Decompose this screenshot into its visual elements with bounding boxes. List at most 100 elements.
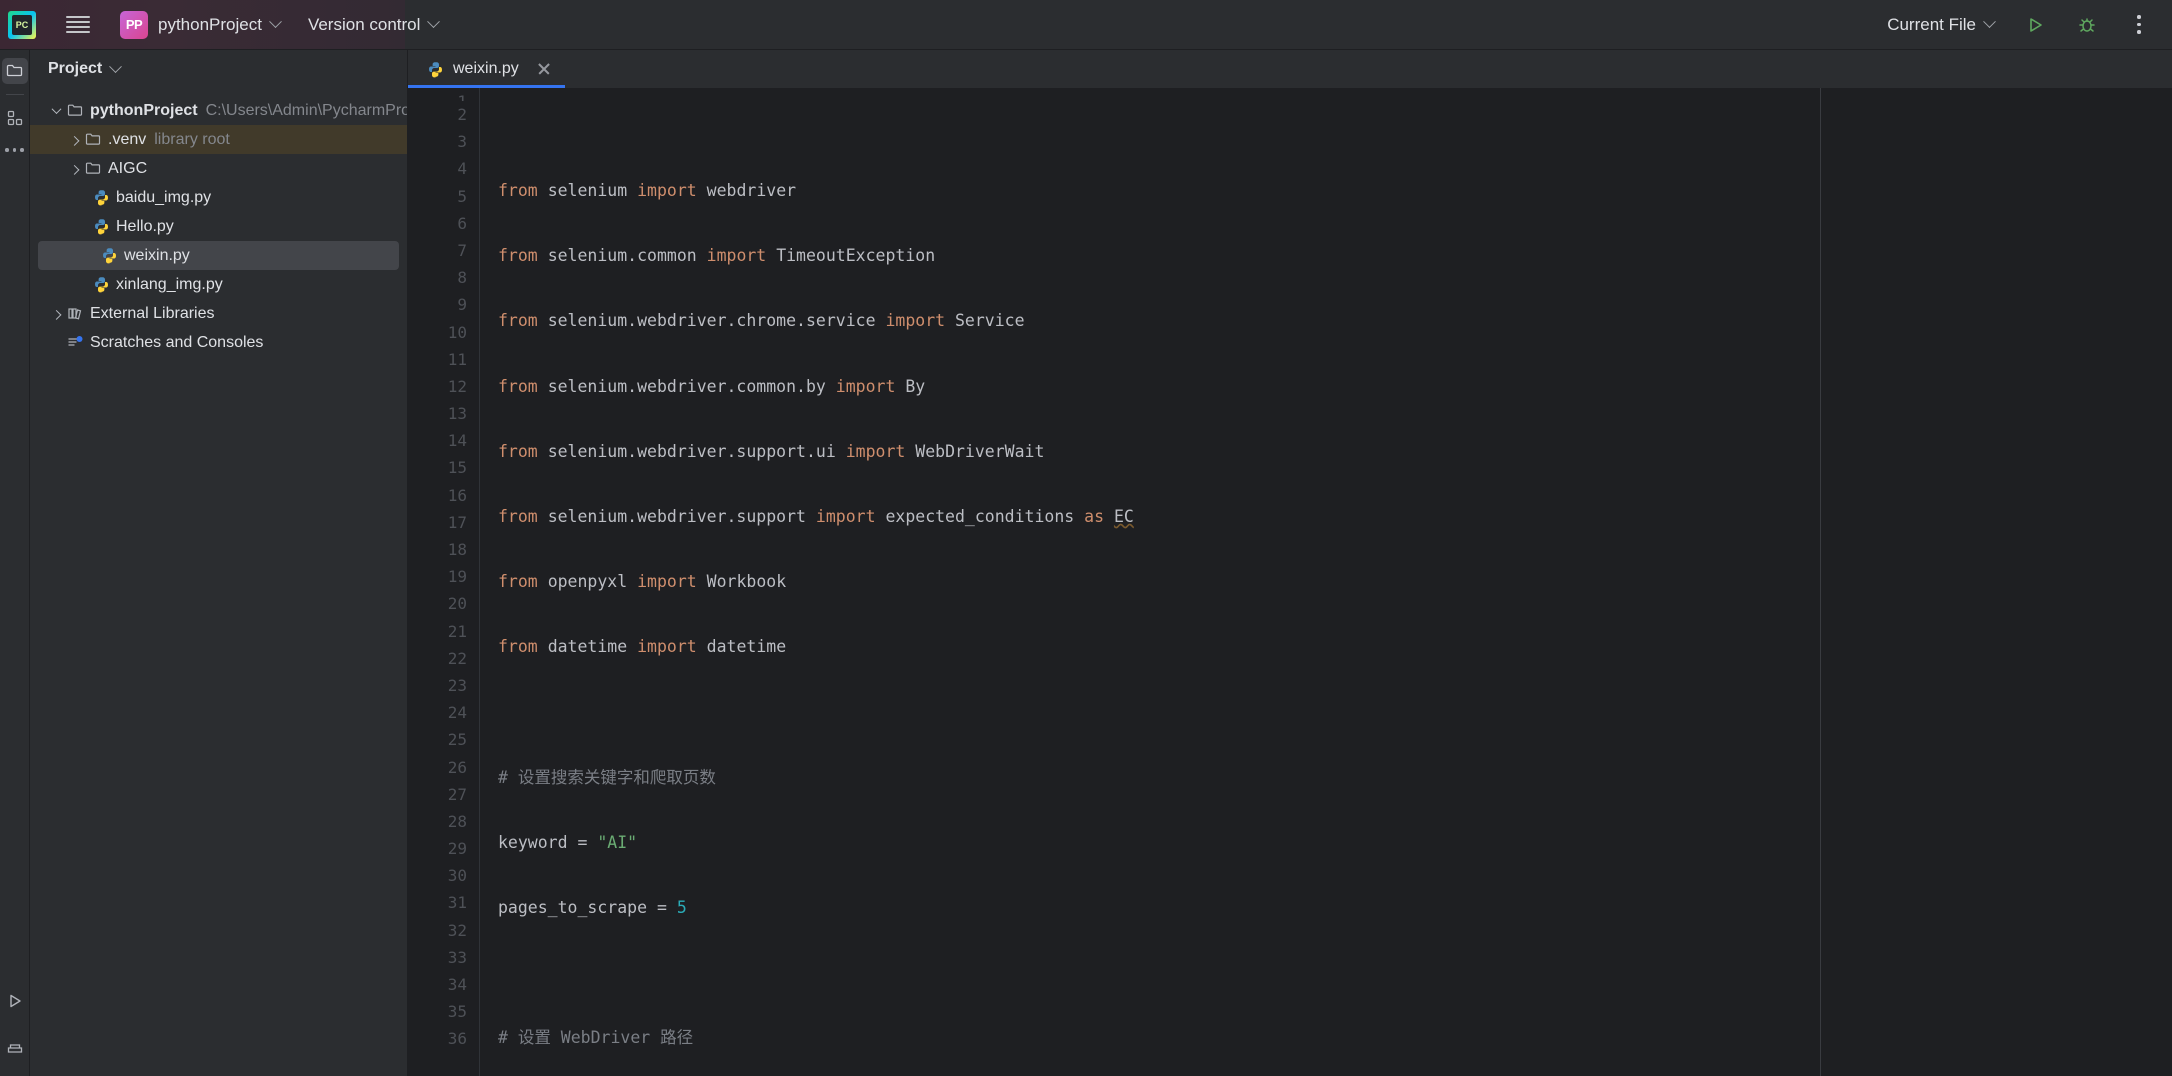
code-line-13: pages_to_scrape = 5 [498, 898, 687, 918]
line-number: 31 [447, 893, 467, 913]
run-button[interactable] [2022, 12, 2048, 38]
chevron-right-icon[interactable] [48, 309, 64, 320]
more-vertical-icon [2137, 15, 2141, 34]
code-line-6: from selenium.webdriver.support.ui impor… [498, 441, 1045, 461]
line-number: 2 [457, 105, 467, 124]
project-tree: pythonProject C:\Users\Admin\PycharmPro … [30, 88, 407, 357]
library-icon [64, 305, 86, 322]
tree-item-label: baidu_img.py [116, 188, 212, 206]
line-number: 29 [447, 839, 467, 859]
line-number: 9 [457, 295, 467, 315]
code-line-7: from selenium.webdriver.support import e… [498, 506, 1134, 526]
line-number: 32 [447, 920, 467, 940]
editor-area: weixin.py 1 2 3 4 5 6 7 8 9 10 11 12 13 [408, 50, 2172, 1076]
run-configuration-selector[interactable]: Current File [1887, 15, 1996, 35]
debug-button[interactable] [2074, 12, 2100, 38]
line-number: 21 [447, 621, 467, 641]
chevron-right-icon[interactable] [66, 135, 82, 146]
line-number-gutter: 1 2 3 4 5 6 7 8 9 10 11 12 13 14 15 16 1… [408, 88, 480, 1076]
sidebar-item-project[interactable] [1, 58, 28, 84]
code-line-11: # 设置搜索关键字和爬取页数 [498, 767, 716, 787]
hamburger-menu-icon[interactable] [66, 15, 90, 34]
run-play-icon [9, 994, 21, 1008]
close-icon[interactable] [537, 62, 551, 76]
line-number: 12 [447, 376, 467, 396]
folder-icon [64, 102, 86, 119]
chevron-down-icon[interactable] [48, 104, 64, 115]
tree-item-pythonProject[interactable]: pythonProject C:\Users\Admin\PycharmPro [30, 96, 407, 125]
sidebar-item-structure[interactable] [2, 105, 28, 131]
run-configuration-label: Current File [1887, 14, 1976, 34]
tab-weixin-py[interactable]: weixin.py [408, 50, 565, 88]
line-number: 33 [447, 947, 467, 967]
project-panel: Project pythonProject C:\Users\Admin\Pyc… [30, 50, 408, 1076]
panel-title: Project [48, 60, 103, 77]
line-number: 35 [447, 1002, 467, 1022]
bottom-run-button[interactable] [2, 988, 28, 1014]
tree-item-hint: library root [154, 130, 230, 148]
code-line-2: from selenium import webdriver [498, 181, 797, 200]
python-file-icon [98, 247, 120, 264]
chevron-down-icon[interactable] [109, 59, 123, 73]
python-file-icon [90, 218, 112, 235]
line-number: 4 [457, 159, 467, 179]
version-control-dropdown[interactable]: Version control [282, 14, 441, 35]
project-badge: PP [120, 10, 148, 39]
line-number: 10 [447, 322, 467, 342]
line-number: 3 [457, 132, 467, 152]
project-panel-header[interactable]: Project [30, 50, 407, 88]
line-number: 5 [457, 186, 467, 206]
tree-item-venv[interactable]: .venv library root [30, 125, 407, 154]
line-number: 19 [447, 567, 467, 587]
line-number: 17 [447, 512, 467, 532]
line-number: 23 [447, 675, 467, 695]
code-line-15: # 设置 WebDriver 路径 [498, 1028, 694, 1048]
tree-item-weixin[interactable]: weixin.py [38, 241, 399, 270]
version-control-label: Version control [307, 14, 421, 34]
tree-item-hint: C:\Users\Admin\PycharmPro [205, 101, 408, 119]
line-number: 1 [408, 88, 479, 101]
debug-bug-icon [2079, 17, 2095, 32]
bottom-services-button[interactable] [2, 1034, 28, 1060]
chevron-right-icon[interactable] [66, 164, 82, 175]
code-text[interactable]: import time from selenium import webdriv… [480, 88, 2172, 1076]
project-name-dropdown[interactable]: pythonProject [148, 15, 282, 35]
line-number: 8 [457, 268, 467, 288]
line-number: 36 [447, 1029, 467, 1049]
code-line-12: keyword = "AI" [498, 832, 638, 852]
tree-item-xinlang_img[interactable]: xinlang_img.py [30, 270, 407, 299]
line-number: 13 [447, 404, 467, 424]
tree-item-external-libraries[interactable]: External Libraries [30, 299, 407, 328]
line-number: 18 [447, 540, 467, 559]
tree-item-label: .venv [108, 130, 147, 148]
pycharm-logo-icon: PC [8, 10, 36, 39]
code-line-8: from openpyxl import Workbook [498, 572, 787, 592]
project-name-label: pythonProject [158, 14, 262, 34]
chevron-down-icon [1983, 15, 1996, 29]
line-number: 25 [447, 730, 467, 750]
chevron-down-icon [427, 15, 441, 29]
code-line-4: from selenium.webdriver.chrome.service i… [498, 311, 1025, 331]
line-number: 14 [447, 431, 467, 451]
code-line-5: from selenium.webdriver.common.by import… [498, 376, 926, 396]
tree-item-label: External Libraries [90, 304, 215, 322]
folder-icon [82, 160, 104, 177]
tree-item-label: AIGC [108, 159, 148, 177]
tree-item-AIGC[interactable]: AIGC [30, 154, 407, 183]
code-line-9: from datetime import datetime [498, 637, 787, 657]
run-play-icon [2030, 17, 2042, 32]
more-options-button[interactable] [2126, 12, 2152, 38]
tree-item-scratches-and-consoles[interactable]: Scratches and Consoles [30, 328, 407, 357]
tree-item-label: weixin.py [124, 246, 190, 264]
line-number: 24 [447, 703, 467, 723]
left-tool-strip [0, 50, 30, 1076]
sidebar-more-button[interactable] [2, 137, 28, 163]
code-area[interactable]: 1 2 3 4 5 6 7 8 9 10 11 12 13 14 15 16 1… [408, 88, 2172, 1076]
python-file-icon [426, 61, 444, 78]
line-number: 22 [447, 648, 467, 668]
line-number: 7 [457, 240, 467, 260]
tree-item-baidu_img[interactable]: baidu_img.py [30, 183, 407, 212]
tree-item-Hello[interactable]: Hello.py [30, 212, 407, 241]
